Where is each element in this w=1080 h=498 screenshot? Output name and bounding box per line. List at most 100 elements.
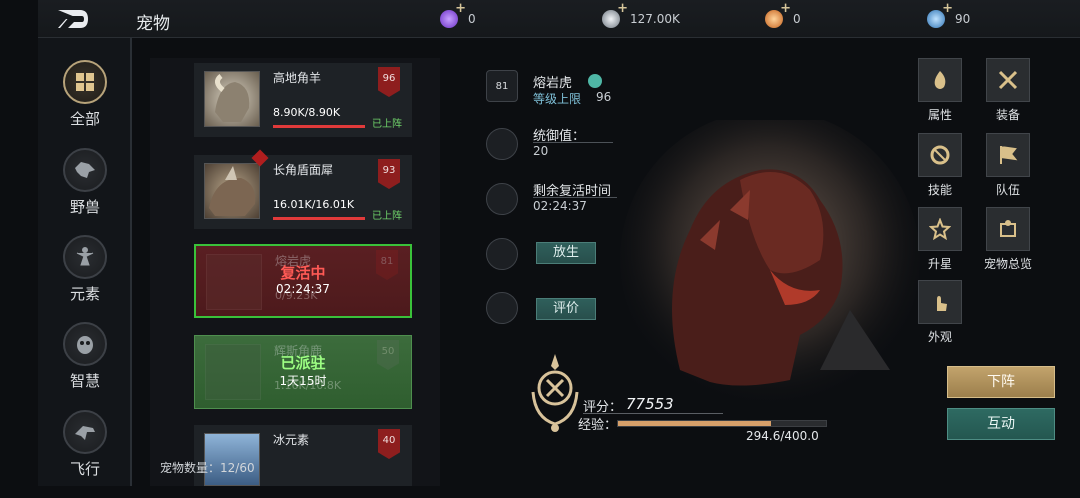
crossed-swords-icon (998, 70, 1018, 90)
page-title: 宠物 (136, 14, 170, 34)
nav-label: 智慧 (69, 372, 100, 390)
rank-emblem-icon (531, 354, 579, 432)
top-bar: 宠物 0 127.00K 0 90 (38, 0, 1080, 38)
star-icon (929, 218, 951, 240)
resource-purple-gem[interactable]: 0 (440, 1, 476, 28)
nav-label: 元素 (69, 285, 100, 303)
pet-overview-button[interactable] (986, 207, 1030, 251)
divider (533, 197, 617, 198)
nav-label: 野兽 (69, 198, 100, 216)
grid-icon (63, 60, 107, 104)
exp-value: 294.6/400.0 (746, 429, 819, 443)
blue-crystal-icon (927, 1, 953, 28)
hand-icon (937, 296, 947, 311)
skill-ring-icon (930, 145, 950, 165)
status-badge: 已上阵 (372, 119, 402, 130)
star-up-label: 升星 (927, 257, 952, 271)
appearance-button[interactable] (918, 280, 962, 324)
pet-card[interactable]: 长角盾面犀 93 16.01K/16.01K 已上阵 (194, 149, 412, 229)
score-value: 77553 (626, 395, 674, 413)
pet-count-label: 宠物数量： (160, 461, 221, 475)
category-nav: 全部 野兽 元素 智慧 飞行 (38, 38, 132, 486)
equipment-label: 装备 (995, 108, 1020, 122)
pet-name-title: 熔岩虎 (533, 76, 573, 91)
pet-count-value: 12/60 (220, 461, 255, 475)
flag-icon (1000, 146, 1018, 164)
review-edit-icon (486, 292, 518, 324)
resource-value: 0 (468, 12, 476, 26)
level-badge-value: 81 (495, 81, 509, 92)
team-button[interactable] (986, 133, 1030, 177)
level-cap-label: 等级上限 (533, 92, 582, 106)
divider (533, 142, 613, 143)
nav-item-flying[interactable]: 飞行 (38, 410, 132, 479)
exp-progress-bar (617, 420, 827, 427)
pet-portrait (204, 163, 260, 219)
dismiss-button[interactable]: 下阵 (947, 366, 1055, 398)
attributes-button[interactable] (918, 58, 962, 102)
level-badge: 96 (378, 67, 400, 97)
flame-icon (934, 71, 946, 89)
team-label: 队伍 (995, 183, 1020, 197)
owl-icon (63, 322, 107, 366)
appearance-label: 外观 (927, 330, 952, 344)
resource-value: 127.00K (630, 12, 680, 26)
level-shield-icon: 81 (486, 70, 518, 102)
command-emblem-icon (486, 128, 518, 160)
pet-model-image (620, 120, 920, 410)
resource-value: 0 (793, 12, 801, 26)
eagle-icon (63, 410, 107, 454)
attributes-label: 属性 (927, 108, 952, 122)
pet-name: 高地角羊 (273, 71, 322, 85)
revive-heart-icon (486, 183, 518, 215)
station-timer: 1天15时 (279, 374, 327, 388)
wolf-howl-icon (486, 238, 518, 270)
review-button[interactable]: 评价 (536, 298, 596, 320)
back-icon[interactable] (56, 8, 90, 30)
silver-coin-icon (602, 1, 628, 28)
hp-bar (273, 125, 365, 128)
release-button[interactable]: 放生 (536, 242, 596, 264)
nav-item-all[interactable]: 全部 (38, 60, 132, 129)
exp-progress-fill (618, 421, 772, 426)
pet-overview-label: 宠物总览 (983, 257, 1032, 271)
station-status: 已派驻 (280, 354, 326, 372)
orange-orb-icon (765, 1, 791, 28)
pet-count: 宠物数量：12/60 (160, 459, 255, 476)
interact-button[interactable]: 互动 (947, 408, 1055, 440)
overview-icon (1000, 220, 1016, 237)
hp-bar (273, 217, 365, 220)
nav-label: 飞行 (69, 460, 100, 478)
resource-silver-coin[interactable]: 127.00K (602, 1, 680, 28)
level-cap-value: 96 (596, 90, 612, 104)
pet-portrait (204, 71, 260, 127)
star-up-button[interactable] (918, 207, 962, 251)
equipment-button[interactable] (986, 58, 1030, 102)
skills-label: 技能 (927, 183, 952, 197)
pet-hp: 8.90K/8.90K (273, 106, 341, 119)
pet-card[interactable]: 高地角羊 96 8.90K/8.90K 已上阵 (194, 63, 412, 137)
revive-time: 02:24:37 (533, 199, 587, 213)
level-badge: 93 (378, 159, 400, 189)
nav-item-element[interactable]: 元素 (38, 235, 132, 304)
exp-label: 经验： (578, 418, 618, 433)
resource-blue-crystal[interactable]: 90 (927, 1, 971, 28)
pet-hp: 16.01K/16.01K (273, 198, 355, 211)
nav-item-beast[interactable]: 野兽 (38, 148, 132, 217)
pet-card-selected[interactable]: 熔岩虎 81 0/9.23K 复活中 02:24:37 (194, 244, 412, 318)
resource-orange-orb[interactable]: 0 (765, 1, 801, 28)
pet-card[interactable]: 冰元素 40 (194, 425, 412, 486)
command-value: 20 (533, 144, 549, 158)
edit-name-icon[interactable] (588, 74, 602, 88)
resource-value: 90 (955, 12, 971, 26)
nav-item-wisdom[interactable]: 智慧 (38, 322, 132, 391)
revive-timer: 02:24:37 (276, 282, 330, 296)
purple-gem-icon (440, 1, 466, 28)
pet-list: 高地角羊 96 8.90K/8.90K 已上阵 长角盾面犀 93 16.01K/… (150, 58, 440, 486)
level-badge: 40 (378, 429, 400, 459)
pet-name: 冰元素 (273, 433, 310, 447)
skills-button[interactable] (918, 133, 962, 177)
pet-name: 长角盾面犀 (273, 163, 334, 177)
pet-card[interactable]: 辉斯角鹿 50 1.16K/10.8K 已派驻 1天15时 (194, 335, 412, 409)
nav-label: 全部 (69, 110, 100, 128)
